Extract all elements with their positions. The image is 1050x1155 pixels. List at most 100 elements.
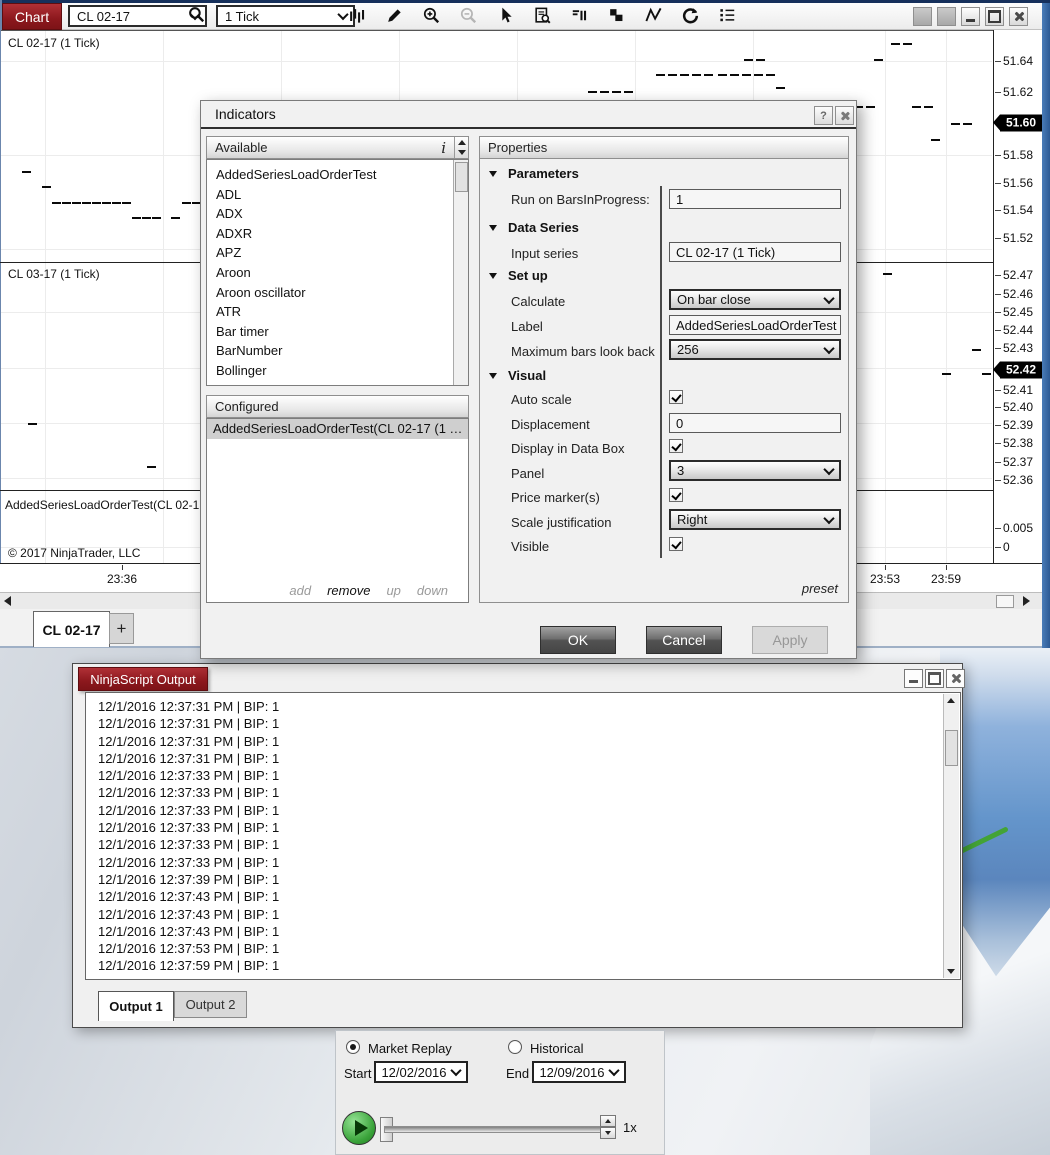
spinner-up-icon[interactable] <box>457 139 466 145</box>
available-indicator-item[interactable]: ADL <box>207 185 468 205</box>
pricemarkers-checkbox[interactable] <box>669 488 683 502</box>
market-replay-radio[interactable] <box>346 1040 360 1054</box>
available-indicator-item[interactable]: Bar timer <box>207 322 468 342</box>
price-tick: 51.64 <box>994 54 1034 68</box>
chart-titlebar: Chart CL 02-17 1 Tick <box>2 3 1042 30</box>
last-price-marker: 51.60 <box>993 114 1042 132</box>
window-controls <box>913 7 1028 26</box>
list-action-button[interactable]: remove <box>327 583 370 598</box>
output-lines: 12/1/2016 12:37:31 PM | BIP: 1 12/1/2016 … <box>98 698 942 975</box>
log-line: 12/1/2016 12:37:33 PM | BIP: 1 <box>98 820 280 836</box>
price-dash <box>72 202 81 204</box>
preset-link[interactable]: preset <box>802 581 838 596</box>
play-button[interactable] <box>342 1111 376 1145</box>
scroll-thumb[interactable] <box>455 162 468 192</box>
end-date-select[interactable]: 12/09/2016 <box>532 1061 626 1083</box>
available-scrollbar[interactable] <box>453 160 468 385</box>
available-indicator-item[interactable]: Bollinger <box>207 361 468 381</box>
maximize-icon[interactable] <box>925 669 944 688</box>
chart-tab-cl-02-17[interactable]: CL 02-17 <box>33 611 110 647</box>
configured-indicator-item[interactable]: AddedSeriesLoadOrderTest(CL 02-17 (1 Ti.… <box>207 419 468 439</box>
add-tab-button[interactable]: + <box>109 613 134 644</box>
available-indicator-item[interactable]: ADXR <box>207 224 468 244</box>
list-spinner[interactable] <box>454 137 468 158</box>
panel-select[interactable]: 3 <box>669 460 841 481</box>
window-tab-button[interactable] <box>913 7 932 26</box>
displacement-field[interactable]: 0 <box>669 413 841 433</box>
replay-slider-track[interactable] <box>384 1126 601 1133</box>
run-on-bip-field[interactable]: 1 <box>669 189 841 209</box>
search-icon[interactable] <box>183 3 209 25</box>
window-tab-button[interactable] <box>937 7 956 26</box>
available-indicator-item[interactable]: ATR <box>207 302 468 322</box>
maxbars-select[interactable]: 256 <box>669 339 841 360</box>
output-scrollbar[interactable] <box>943 694 959 978</box>
available-indicator-item[interactable]: APZ <box>207 243 468 263</box>
price-tick: 52.36 <box>994 473 1034 487</box>
list-action-button[interactable]: add <box>289 583 311 598</box>
speed-down-icon[interactable] <box>600 1127 616 1139</box>
price-bars-icon[interactable] <box>344 4 370 26</box>
pencil-icon[interactable] <box>381 4 407 26</box>
scroll-left-icon[interactable] <box>4 596 11 606</box>
databox-checkbox[interactable] <box>669 439 683 453</box>
available-list[interactable]: AddedSeriesLoadOrderTest ADL ADX ADXR APZ Aro… <box>206 159 469 386</box>
available-indicator-item[interactable]: BarNumber <box>207 341 468 361</box>
section-set-up[interactable]: Set up <box>489 268 548 283</box>
available-indicator-item[interactable]: ADX <box>207 204 468 224</box>
start-date-select[interactable]: 12/02/2016 <box>374 1061 468 1083</box>
section-visual[interactable]: Visual <box>489 368 546 383</box>
input-series-field[interactable]: CL 02-17 (1 Tick) <box>669 242 841 262</box>
historical-radio[interactable] <box>508 1040 522 1054</box>
scroll-thumb[interactable] <box>945 730 958 766</box>
scalejust-select[interactable]: Right <box>669 509 841 530</box>
scroll-right-icon[interactable] <box>1023 596 1030 606</box>
scroll-thumb[interactable] <box>996 595 1014 608</box>
close-icon[interactable] <box>1009 7 1028 26</box>
autoscale-checkbox[interactable] <box>669 390 683 404</box>
zigzag-icon[interactable] <box>640 4 666 26</box>
speed-up-icon[interactable] <box>600 1115 616 1127</box>
info-icon[interactable]: i <box>441 139 446 157</box>
maximize-icon[interactable] <box>985 7 1004 26</box>
reload-icon[interactable] <box>677 4 703 26</box>
available-indicator-item[interactable]: Aroon <box>207 263 468 283</box>
desktop: Chart CL 02-17 1 Tick CL 02-17 (1 Tick) … <box>0 0 1050 1155</box>
cursor-icon[interactable] <box>492 4 518 26</box>
pause-bars-icon[interactable] <box>566 4 592 26</box>
price-tick: 52.46 <box>994 287 1034 301</box>
spinner-down-icon[interactable] <box>457 150 466 156</box>
list-action-button[interactable]: down <box>417 583 448 598</box>
visible-checkbox[interactable] <box>669 537 683 551</box>
configured-list[interactable]: AddedSeriesLoadOrderTest(CL 02-17 (1 Ti.… <box>206 418 469 603</box>
list-action-button[interactable]: up <box>386 583 400 598</box>
help-icon[interactable]: ? <box>814 106 833 125</box>
available-indicator-item[interactable]: AddedSeriesLoadOrderTest <box>207 165 468 185</box>
available-header: Available i <box>206 136 469 159</box>
zoom-in-icon[interactable] <box>418 4 444 26</box>
calculate-select[interactable]: On bar close <box>669 289 841 310</box>
tab-output-2[interactable]: Output 2 <box>174 991 247 1018</box>
scroll-down-icon[interactable] <box>947 969 955 974</box>
price-dash <box>754 74 763 76</box>
ok-button[interactable]: OK <box>540 626 616 654</box>
minimize-icon[interactable] <box>961 7 980 26</box>
data-box-icon[interactable] <box>529 4 555 26</box>
minimize-icon[interactable] <box>904 669 923 688</box>
interval-select[interactable]: 1 Tick <box>216 5 355 27</box>
close-icon[interactable] <box>946 669 965 688</box>
section-data-series[interactable]: Data Series <box>489 220 579 235</box>
output-log-area[interactable]: 12/1/2016 12:37:31 PM | BIP: 1 12/1/2016 … <box>85 692 961 980</box>
close-icon[interactable] <box>835 106 854 125</box>
label-field[interactable]: AddedSeriesLoadOrderTest <box>669 315 841 335</box>
cancel-button[interactable]: Cancel <box>646 626 722 654</box>
list-icon[interactable] <box>714 4 740 26</box>
available-indicator-item[interactable]: Aroon oscillator <box>207 283 468 303</box>
section-parameters[interactable]: Parameters <box>489 166 579 181</box>
tab-output-1[interactable]: Output 1 <box>98 991 174 1021</box>
apply-button[interactable]: Apply <box>752 626 828 654</box>
layers-icon[interactable] <box>603 4 629 26</box>
log-line: 12/1/2016 12:37:33 PM | BIP: 1 <box>98 802 280 818</box>
scroll-up-icon[interactable] <box>947 698 955 703</box>
zoom-out-icon[interactable] <box>455 4 481 26</box>
